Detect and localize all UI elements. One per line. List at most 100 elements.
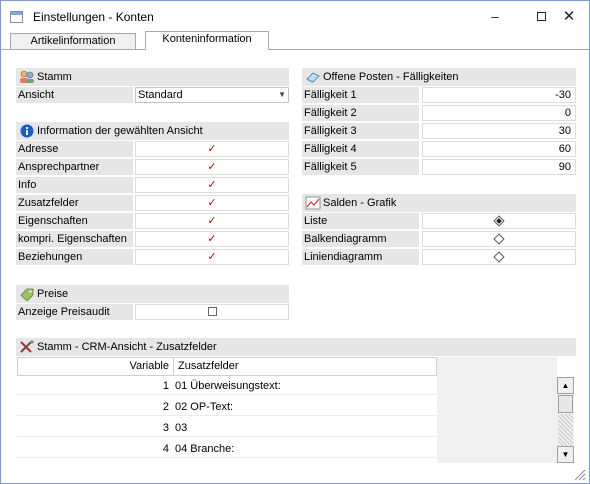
- info-row-label: kompri. Eigenschaften: [16, 231, 133, 247]
- triangle-down-icon: ▼: [561, 450, 570, 459]
- faelligkeit-label: Fälligkeit 2: [302, 105, 419, 121]
- title-bar[interactable]: Einstellungen - Konten – ✕: [1, 1, 589, 31]
- cell-variable: 1: [162, 380, 169, 392]
- cell-variable: 3: [162, 422, 169, 434]
- info-row-info: Info ✓: [16, 177, 289, 194]
- window-title: Einstellungen - Konten: [33, 10, 154, 24]
- info-header-label: Information der gewählten Ansicht: [37, 125, 203, 137]
- tab-artikelinformation[interactable]: Artikelinformation: [10, 33, 136, 50]
- faelligkeit-row-4: Fälligkeit 4 60: [302, 141, 576, 158]
- faelligkeit-label: Fälligkeit 3: [302, 123, 419, 139]
- maximize-button[interactable]: [528, 7, 554, 27]
- line-chart-icon: [305, 196, 321, 210]
- info-row-label: Ansprechpartner: [16, 159, 133, 175]
- grid-empty-area: [437, 357, 557, 463]
- info-row-zusatzfelder: Zusatzfelder ✓: [16, 195, 289, 212]
- scroll-up-button[interactable]: ▲: [557, 377, 574, 394]
- tab-strip: Artikelinformation Konteninformation: [1, 31, 589, 50]
- crm-header-label: Stamm - CRM-Ansicht - Zusatzfelder: [37, 341, 217, 353]
- vertical-scrollbar[interactable]: ▲ ▼: [557, 377, 574, 463]
- window-app-icon: [10, 11, 23, 23]
- zusatzfelder-checkbox[interactable]: ✓: [135, 195, 289, 211]
- ansicht-label: Ansicht: [16, 87, 133, 103]
- table-row[interactable]: 3 03: [17, 419, 437, 437]
- salden-row-liste: Liste: [302, 213, 576, 230]
- ansicht-row: Ansicht Standard ▼: [16, 87, 289, 104]
- stamm-section-header: Stamm: [16, 68, 289, 86]
- minimize-button[interactable]: –: [482, 7, 508, 27]
- kompri-eigenschaften-checkbox[interactable]: ✓: [135, 231, 289, 247]
- faelligkeit-5-input[interactable]: 90: [422, 159, 576, 175]
- balkendiagramm-radio[interactable]: [422, 231, 576, 247]
- adresse-checkbox[interactable]: ✓: [135, 141, 289, 157]
- preise-header-label: Preise: [37, 288, 69, 300]
- faelligkeit-1-input[interactable]: -30: [422, 87, 576, 103]
- table-row[interactable]: 4 04 Branche:: [17, 440, 437, 458]
- eraser-icon: [305, 70, 321, 84]
- cell-zusatzfeld: 02 OP-Text:: [175, 401, 234, 413]
- table-row[interactable]: 2 02 OP-Text:: [17, 398, 437, 416]
- info-row-kompri-eigenschaften: kompri. Eigenschaften ✓: [16, 231, 289, 248]
- check-icon: ✓: [207, 179, 217, 191]
- tools-icon: [19, 340, 35, 354]
- info-row-ansprechpartner: Ansprechpartner ✓: [16, 159, 289, 176]
- info-row-label: Zusatzfelder: [16, 195, 133, 211]
- radio-unselected-icon: [493, 233, 505, 245]
- check-icon: ✓: [207, 215, 217, 227]
- scroll-down-button[interactable]: ▼: [557, 446, 574, 463]
- table-row[interactable]: 1 01 Überweisungstext:: [17, 377, 437, 395]
- ansprechpartner-checkbox[interactable]: ✓: [135, 159, 289, 175]
- salden-option-label: Liste: [302, 213, 419, 229]
- preisaudit-row: Anzeige Preisaudit: [16, 304, 289, 321]
- liste-radio[interactable]: [422, 213, 576, 229]
- salden-option-label: Balkendiagramm: [302, 231, 419, 247]
- column-header-variable[interactable]: Variable: [18, 358, 174, 375]
- faelligkeit-row-2: Fälligkeit 2 0: [302, 105, 576, 122]
- ansicht-select[interactable]: Standard ▼: [135, 87, 289, 103]
- preisaudit-checkbox[interactable]: [135, 304, 289, 320]
- salden-row-liniendiagramm: Liniendiagramm: [302, 249, 576, 266]
- faelligkeit-4-input[interactable]: 60: [422, 141, 576, 157]
- tab-konteninformation[interactable]: Konteninformation: [145, 31, 269, 50]
- check-icon: ✓: [207, 233, 217, 245]
- faelligkeit-label: Fälligkeit 5: [302, 159, 419, 175]
- faelligkeit-row-1: Fälligkeit 1 -30: [302, 87, 576, 104]
- beziehungen-checkbox[interactable]: ✓: [135, 249, 289, 265]
- resize-grip-icon[interactable]: [570, 465, 586, 481]
- maximize-icon: [536, 12, 546, 21]
- info-section-header: Information der gewählten Ansicht: [16, 122, 289, 140]
- info-row-beziehungen: Beziehungen ✓: [16, 249, 289, 266]
- faelligkeit-2-input[interactable]: 0: [422, 105, 576, 121]
- scroll-thumb[interactable]: [558, 395, 573, 413]
- crm-section-header: Stamm - CRM-Ansicht - Zusatzfelder: [16, 338, 576, 356]
- tab-konteninformation-label: Konteninformation: [162, 33, 252, 45]
- crm-grid-body: 1 01 Überweisungstext: 2 02 OP-Text: 3 0…: [17, 377, 437, 463]
- scroll-track[interactable]: [558, 414, 573, 446]
- info-row-eigenschaften: Eigenschaften ✓: [16, 213, 289, 230]
- check-icon: ✓: [207, 251, 217, 263]
- eigenschaften-checkbox[interactable]: ✓: [135, 213, 289, 229]
- column-header-zusatzfelder[interactable]: Zusatzfelder: [175, 358, 239, 375]
- check-icon: ✓: [207, 161, 217, 173]
- chevron-down-icon[interactable]: ▼: [278, 88, 286, 102]
- preisaudit-label: Anzeige Preisaudit: [16, 304, 133, 320]
- salden-header-label: Salden - Grafik: [323, 197, 397, 209]
- settings-window: Einstellungen - Konten – ✕ Artikelinform…: [0, 0, 590, 484]
- check-icon: ✓: [207, 197, 217, 209]
- info-checkbox[interactable]: ✓: [135, 177, 289, 193]
- info-row-label: Info: [16, 177, 133, 193]
- liniendiagramm-radio[interactable]: [422, 249, 576, 265]
- cell-variable: 2: [162, 401, 169, 413]
- tab-divider: [1, 49, 589, 50]
- faelligkeit-label: Fälligkeit 4: [302, 141, 419, 157]
- checkbox-empty-icon: [207, 307, 217, 316]
- close-button[interactable]: ✕: [556, 7, 582, 27]
- faelligkeit-row-3: Fälligkeit 3 30: [302, 123, 576, 140]
- triangle-up-icon: ▲: [561, 381, 570, 390]
- faelligkeit-3-input[interactable]: 30: [422, 123, 576, 139]
- cell-variable: 4: [162, 443, 169, 455]
- info-icon: [19, 124, 35, 138]
- salden-row-balkendiagramm: Balkendiagramm: [302, 231, 576, 248]
- offene-header-label: Offene Posten - Fälligkeiten: [323, 71, 459, 83]
- cell-zusatzfeld: 01 Überweisungstext:: [175, 380, 281, 392]
